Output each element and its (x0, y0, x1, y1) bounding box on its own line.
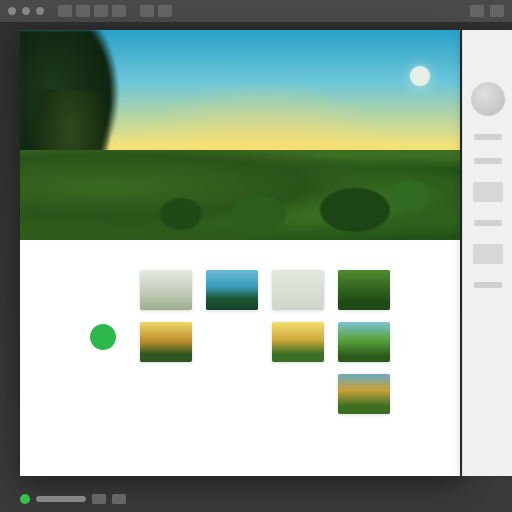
panel-row (474, 158, 502, 164)
toolbar-group (58, 5, 126, 17)
thumbnail-grid (140, 270, 390, 414)
panel-row (474, 282, 502, 288)
toolbar-button[interactable] (76, 5, 90, 17)
toolbar-group (140, 5, 172, 17)
window-control-dot[interactable] (36, 7, 44, 15)
status-segment[interactable] (112, 494, 126, 504)
thumbnail[interactable] (140, 270, 192, 310)
thumbnail-empty (272, 374, 324, 414)
panel-control[interactable] (473, 182, 503, 202)
hero-foliage (390, 180, 430, 210)
thumbnail-empty (206, 322, 258, 362)
thumbnail[interactable] (272, 322, 324, 362)
hero-image[interactable] (20, 30, 460, 240)
progress-track[interactable] (36, 496, 86, 502)
avatar-icon[interactable] (471, 82, 505, 116)
toolbar-button[interactable] (470, 5, 484, 17)
toolbar-button[interactable] (490, 5, 504, 17)
circle-marker-icon[interactable] (410, 66, 430, 86)
gallery-panel (20, 240, 460, 476)
toolbar-button[interactable] (94, 5, 108, 17)
thumbnail[interactable] (338, 374, 390, 414)
toolbar-button[interactable] (58, 5, 72, 17)
online-status-icon (20, 494, 30, 504)
properties-panel (462, 30, 512, 476)
thumbnail-empty (140, 374, 192, 414)
window-control-dot[interactable] (8, 7, 16, 15)
hero-foliage (320, 188, 390, 232)
panel-row (474, 220, 502, 226)
editor-window (20, 30, 460, 476)
thumbnail-empty (206, 374, 258, 414)
thumbnail[interactable] (140, 322, 192, 362)
desktop (0, 0, 512, 512)
toolbar-button[interactable] (140, 5, 154, 17)
panel-control[interactable] (473, 244, 503, 264)
hero-foliage (230, 196, 286, 234)
status-segment[interactable] (92, 494, 106, 504)
thumbnail[interactable] (272, 270, 324, 310)
toolbar-button[interactable] (112, 5, 126, 17)
window-control-dot[interactable] (22, 7, 30, 15)
thumbnail[interactable] (338, 270, 390, 310)
hero-foliage (160, 198, 202, 230)
toolbar-button[interactable] (158, 5, 172, 17)
app-titlebar (0, 0, 512, 22)
green-dot-icon[interactable] (90, 324, 116, 350)
thumbnail[interactable] (338, 322, 390, 362)
thumbnail[interactable] (206, 270, 258, 310)
panel-row (474, 134, 502, 140)
status-bar (20, 494, 126, 504)
